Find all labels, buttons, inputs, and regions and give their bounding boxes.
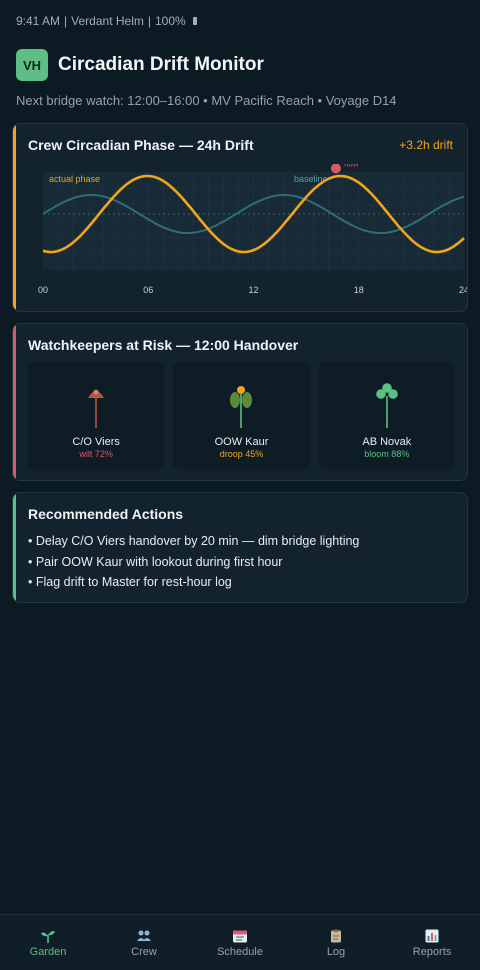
crew-name: OOW Kaur — [214, 436, 269, 448]
action-item[interactable]: • Pair OOW Kaur with lookout during firs… — [28, 552, 453, 573]
risk-card: Watchkeepers at Risk — 12:00 Handover C/… — [12, 323, 468, 481]
crew-tile-kaur[interactable]: OOW Kaur droop 45% — [173, 362, 310, 469]
nav-item-reports[interactable]: Reports — [384, 915, 480, 970]
sprout-icon — [0, 929, 96, 943]
x-tick-label: 12 — [248, 285, 258, 295]
nav-label: Log — [326, 946, 346, 958]
nav-label: Garden — [29, 946, 67, 958]
drift-chart: actual phase baseline now 00 06 12 18 24 — [38, 164, 468, 295]
nav-item-crew[interactable]: Crew — [96, 915, 192, 970]
action-item[interactable]: • Delay C/O Viers handover by 20 min — d… — [28, 531, 453, 552]
crew-state: droop 45% — [219, 449, 264, 459]
crew-name: AB Novak — [362, 436, 412, 448]
x-tick-label: 00 — [38, 285, 48, 295]
now-marker-label: now — [344, 164, 359, 168]
nav-item-schedule[interactable]: Schedule — [192, 915, 288, 970]
app-header: VH Circadian Drift Monitor — [0, 40, 480, 90]
nav-item-garden[interactable]: Garden — [0, 915, 96, 970]
drift-badge: +3.2h drift — [399, 138, 453, 152]
status-time: 9:41 AM — [16, 13, 61, 28]
app-avatar[interactable]: VH — [16, 49, 48, 81]
drooping-plant-icon — [230, 386, 253, 428]
bottom-nav: Garden Crew Schedule Log Reports — [0, 914, 480, 970]
series-label-baseline: baseline — [294, 174, 328, 184]
nav-label: Crew — [131, 946, 157, 958]
battery-icon — [192, 16, 197, 25]
actions-card-title: Recommended Actions — [28, 506, 184, 522]
crew-name: C/O Viers — [72, 436, 120, 448]
drift-card[interactable]: Crew Circadian Phase — 24h Drift +3.2h d… — [12, 123, 468, 312]
clipboard-icon — [288, 929, 384, 943]
crew-state: bloom 88% — [364, 449, 410, 459]
crew-state: wilt 72% — [79, 449, 113, 459]
drift-card-title: Crew Circadian Phase — 24h Drift — [28, 137, 254, 153]
actions-list: • Delay C/O Viers handover by 20 min — d… — [13, 522, 467, 593]
risk-card-title: Watchkeepers at Risk — 12:00 Handover — [28, 337, 299, 353]
now-marker — [330, 164, 341, 174]
nav-label: Reports — [412, 946, 452, 958]
x-tick-label: 24 — [459, 285, 468, 295]
people-icon — [96, 929, 192, 943]
status-separator: | — [147, 13, 151, 28]
page-title: Circadian Drift Monitor — [58, 54, 264, 75]
blooming-plant-icon — [376, 383, 398, 428]
actions-card: Recommended Actions • Delay C/O Viers ha… — [12, 492, 468, 603]
nav-label: Schedule — [217, 946, 263, 958]
x-tick-label: 06 — [143, 285, 153, 295]
watch-subtitle: Next bridge watch: 12:00–16:00 • MV Paci… — [16, 93, 397, 108]
action-item[interactable]: • Flag drift to Master for rest-hour log — [28, 572, 453, 593]
x-tick-label: 18 — [354, 285, 364, 295]
nav-item-log[interactable]: Log — [288, 915, 384, 970]
status-bar: 9:41 AM | Verdant Helm | 100% — [0, 0, 480, 32]
crew-tile-novak[interactable]: AB Novak bloom 88% — [318, 362, 455, 469]
status-separator: | — [64, 13, 68, 28]
wilted-plant-icon — [88, 389, 105, 428]
status-carrier: Verdant Helm — [71, 13, 144, 28]
bar-chart-icon — [384, 929, 480, 943]
crew-grid: C/O Viers wilt 72% OOW Kaur droop 45% AB… — [13, 362, 467, 469]
series-label-actual: actual phase — [49, 174, 100, 184]
calendar-icon — [192, 929, 288, 943]
crew-tile-viers[interactable]: C/O Viers wilt 72% — [28, 362, 165, 469]
status-battery: 100% — [154, 13, 186, 28]
